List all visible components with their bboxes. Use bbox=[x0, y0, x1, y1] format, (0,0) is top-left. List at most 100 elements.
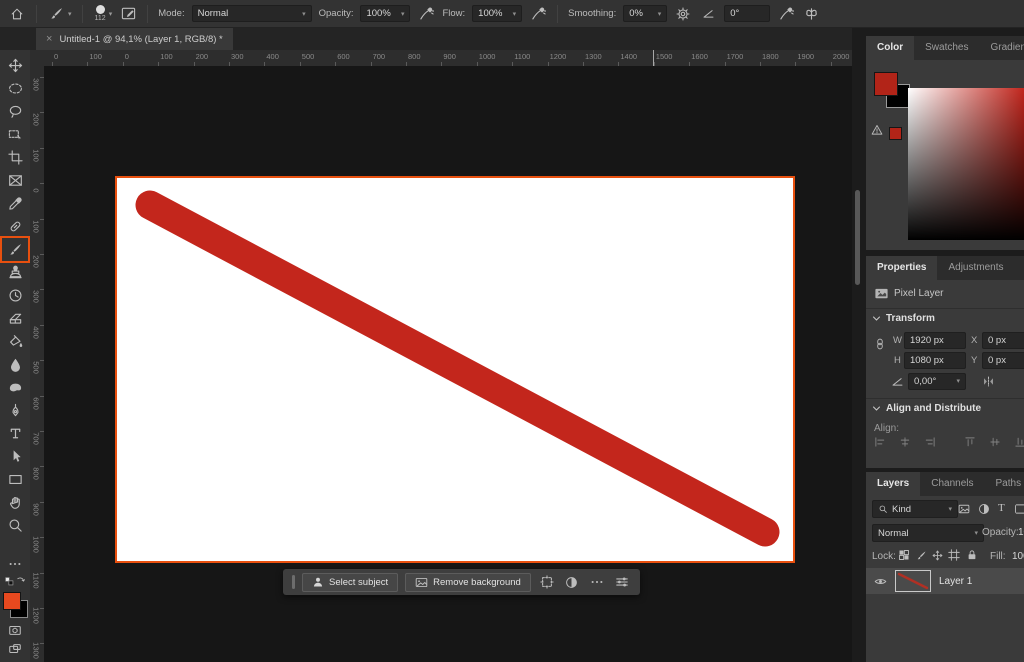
width-field[interactable]: 1920 px bbox=[904, 332, 966, 349]
layer-filter-select[interactable]: Kind ▾ bbox=[872, 500, 958, 518]
lock-pixels-icon[interactable] bbox=[916, 550, 927, 561]
color-panel-foreground-swatch[interactable] bbox=[874, 72, 898, 96]
history-brush-tool[interactable] bbox=[2, 284, 28, 307]
lock-artboard-icon[interactable] bbox=[948, 549, 960, 561]
path-selection-tool[interactable] bbox=[2, 445, 28, 468]
marquee-tool[interactable] bbox=[2, 77, 28, 100]
align-top-icon[interactable] bbox=[964, 436, 976, 448]
filter-pixel-layers-icon[interactable] bbox=[958, 503, 970, 515]
fill-value[interactable]: 100% bbox=[1012, 551, 1024, 562]
align-bottom-icon[interactable] bbox=[1014, 436, 1024, 448]
screen-mode-icon[interactable] bbox=[8, 642, 22, 656]
link-dimensions-icon[interactable] bbox=[874, 338, 886, 350]
brush-tool[interactable] bbox=[2, 238, 28, 261]
eraser-tool[interactable] bbox=[2, 307, 28, 330]
opacity-select[interactable]: 100% ▾ bbox=[360, 5, 410, 22]
airbrush-pressure-icon[interactable] bbox=[777, 5, 795, 23]
type-tool[interactable] bbox=[2, 422, 28, 445]
document-canvas[interactable] bbox=[115, 176, 795, 563]
brush-tool-icon[interactable] bbox=[47, 5, 65, 23]
gamut-color-swatch[interactable] bbox=[889, 127, 902, 140]
tab-libraries[interactable]: Libraries bbox=[1015, 256, 1024, 280]
align-middle-icon[interactable] bbox=[989, 436, 1001, 448]
color-field[interactable] bbox=[908, 88, 1024, 240]
chevron-down-icon[interactable]: ▾ bbox=[68, 10, 72, 18]
symmetry-butterfly-icon[interactable] bbox=[802, 5, 820, 23]
taskbar-properties-icon[interactable] bbox=[613, 573, 631, 591]
flip-horizontal-icon[interactable] bbox=[982, 375, 995, 388]
airbrush-opacity-icon[interactable] bbox=[417, 5, 435, 23]
align-right-icon[interactable] bbox=[924, 436, 936, 448]
tab-paths[interactable]: Paths bbox=[985, 472, 1024, 496]
brush-preset-picker[interactable]: 112 bbox=[95, 5, 106, 22]
quick-mask-icon[interactable] bbox=[8, 623, 22, 637]
hand-tool[interactable] bbox=[2, 491, 28, 514]
eyedropper-tool[interactable] bbox=[2, 192, 28, 215]
blend-mode-select[interactable]: Normal ▾ bbox=[872, 524, 984, 542]
clone-stamp-tool[interactable] bbox=[2, 261, 28, 284]
foreground-color-swatch[interactable] bbox=[3, 592, 21, 610]
mode-select[interactable]: Normal ▾ bbox=[192, 5, 312, 22]
default-colors-icon[interactable] bbox=[4, 576, 15, 587]
adjustments-icon[interactable] bbox=[563, 573, 581, 591]
smoothing-gear-icon[interactable] bbox=[674, 5, 692, 23]
select-subject-button[interactable]: Select subject bbox=[302, 573, 398, 592]
tab-channels[interactable]: Channels bbox=[920, 472, 984, 496]
chevron-down-icon[interactable]: ▾ bbox=[109, 10, 113, 18]
blur-tool[interactable] bbox=[2, 353, 28, 376]
layer-thumbnail[interactable] bbox=[895, 570, 931, 592]
tab-properties[interactable]: Properties bbox=[866, 256, 937, 280]
airbrush-icon[interactable] bbox=[529, 5, 547, 23]
gamut-warning-icon[interactable] bbox=[871, 124, 883, 136]
align-center-horizontal-icon[interactable] bbox=[899, 436, 911, 448]
edit-toolbar-icon[interactable] bbox=[8, 557, 22, 571]
move-tool[interactable] bbox=[2, 54, 28, 77]
drag-handle[interactable] bbox=[292, 575, 295, 589]
healing-brush-tool[interactable] bbox=[2, 215, 28, 238]
height-field[interactable]: 1080 px bbox=[904, 352, 966, 369]
object-selection-tool[interactable] bbox=[2, 123, 28, 146]
tab-swatches[interactable]: Swatches bbox=[914, 36, 979, 60]
brush-angle-field[interactable]: 0° bbox=[724, 5, 770, 22]
x-field[interactable]: 0 px bbox=[982, 332, 1024, 349]
scrollbar-thumb[interactable] bbox=[855, 190, 860, 285]
lock-all-icon[interactable] bbox=[966, 549, 978, 561]
home-icon[interactable] bbox=[8, 5, 26, 23]
tab-layers[interactable]: Layers bbox=[866, 472, 920, 496]
flow-select[interactable]: 100% ▾ bbox=[472, 5, 522, 22]
smoothing-select[interactable]: 0% ▾ bbox=[623, 5, 667, 22]
horizontal-ruler[interactable]: 0100010020030040050060070080090010001100… bbox=[30, 50, 852, 67]
remove-background-button[interactable]: Remove background bbox=[405, 573, 531, 592]
tab-gradients[interactable]: Gradients bbox=[979, 36, 1024, 60]
rotation-select[interactable]: 0,00° ▾ bbox=[908, 373, 966, 390]
pen-tool[interactable] bbox=[2, 399, 28, 422]
rectangle-tool[interactable] bbox=[2, 468, 28, 491]
close-icon[interactable]: × bbox=[46, 33, 52, 45]
tab-adjustments[interactable]: Adjustments bbox=[937, 256, 1014, 280]
y-field[interactable]: 0 px bbox=[982, 352, 1024, 369]
lock-transparency-icon[interactable] bbox=[898, 549, 910, 561]
crop-tool[interactable] bbox=[2, 146, 28, 169]
dodge-tool[interactable] bbox=[2, 376, 28, 399]
frame-tool[interactable] bbox=[2, 169, 28, 192]
layer-visibility-eye-icon[interactable] bbox=[874, 575, 887, 588]
layer-row[interactable]: Layer 1 bbox=[866, 568, 1024, 594]
layers-opacity-value[interactable]: 100% bbox=[1018, 527, 1024, 538]
zoom-tool[interactable] bbox=[2, 514, 28, 537]
align-left-icon[interactable] bbox=[874, 436, 886, 448]
lock-position-icon[interactable] bbox=[932, 550, 943, 561]
swap-colors-icon[interactable] bbox=[15, 576, 26, 587]
transform-icon[interactable] bbox=[538, 573, 556, 591]
tab-color[interactable]: Color bbox=[866, 36, 914, 60]
filter-type-layers-icon[interactable]: T bbox=[998, 502, 1005, 514]
brush-settings-panel-icon[interactable] bbox=[119, 5, 137, 23]
gradient-tool[interactable] bbox=[2, 330, 28, 353]
vertical-ruler[interactable]: 3002001000100200300400500600700800900100… bbox=[30, 66, 45, 662]
more-options-icon[interactable] bbox=[588, 573, 606, 591]
align-section-header[interactable]: Align and Distribute bbox=[872, 403, 981, 414]
lasso-tool[interactable] bbox=[2, 100, 28, 123]
document-tab[interactable]: × Untitled-1 @ 94,1% (Layer 1, RGB/8) * bbox=[36, 28, 233, 50]
transform-section-header[interactable]: Transform bbox=[872, 313, 935, 324]
filter-smart-objects-icon[interactable] bbox=[1014, 503, 1024, 515]
filter-adjustment-layers-icon[interactable] bbox=[978, 503, 990, 515]
